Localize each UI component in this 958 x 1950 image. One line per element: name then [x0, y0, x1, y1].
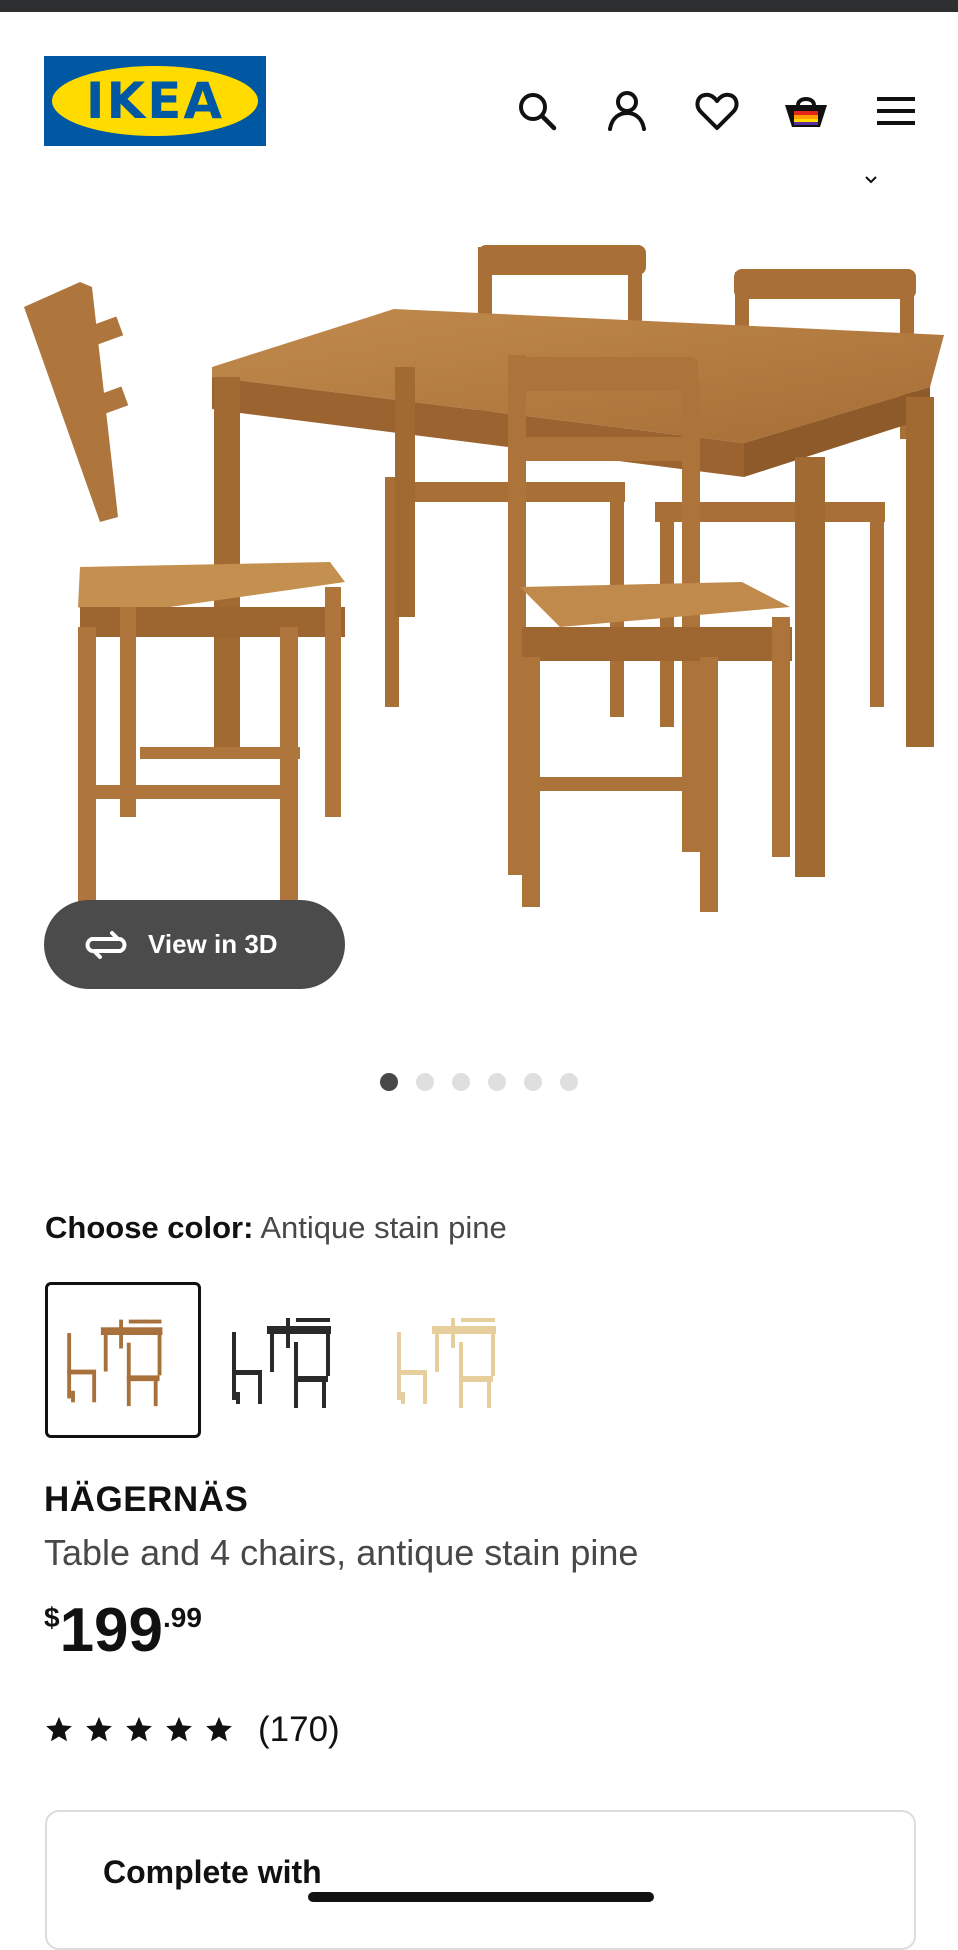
site-header: IKEA	[0, 12, 958, 187]
product-price: $199.99	[44, 1596, 202, 1666]
view-in-3d-button[interactable]: View in 3D	[44, 900, 345, 989]
chevron-down-icon	[865, 176, 877, 184]
color-swatch-antique-stain[interactable]	[45, 1282, 201, 1438]
complete-with-title: Complete with	[103, 1854, 322, 1890]
home-indicator	[308, 1892, 654, 1902]
star-icon	[46, 1716, 72, 1742]
status-bar	[0, 0, 958, 12]
choose-color-heading: Choose color:	[45, 1210, 254, 1245]
complete-with-card[interactable]: Complete with	[45, 1810, 916, 1950]
menu-icon[interactable]	[872, 87, 920, 135]
rotate-3d-icon	[85, 930, 127, 959]
ikea-logo[interactable]: IKEA	[44, 56, 266, 146]
search-icon[interactable]	[513, 87, 561, 135]
pagination-dot[interactable]	[560, 1073, 578, 1091]
account-icon[interactable]	[603, 87, 651, 135]
pagination-dot[interactable]	[488, 1073, 506, 1091]
product-name: HÄGERNÄS	[44, 1480, 249, 1519]
pagination-dot[interactable]	[380, 1073, 398, 1091]
price-integer: 199	[59, 1596, 164, 1665]
product-rating[interactable]: (170)	[44, 1710, 340, 1750]
color-swatch-black-brown[interactable]	[212, 1282, 368, 1438]
star-icon	[206, 1716, 232, 1742]
product-description: Table and 4 chairs, antique stain pine	[44, 1532, 639, 1573]
product-image[interactable]	[0, 187, 958, 917]
view-in-3d-label: View in 3D	[148, 929, 278, 959]
heart-icon[interactable]	[693, 87, 741, 135]
pagination-dot[interactable]	[452, 1073, 470, 1091]
review-count: (170)	[258, 1710, 340, 1749]
star-icon	[166, 1716, 192, 1742]
star-icon	[86, 1716, 112, 1742]
price-decimal: .99	[163, 1602, 202, 1633]
cart-icon[interactable]	[782, 87, 830, 135]
selected-color-value: Antique stain pine	[260, 1210, 507, 1245]
choose-color-label: Choose color: Antique stain pine	[45, 1210, 507, 1246]
logo-text: IKEA	[85, 72, 225, 130]
pagination-dot[interactable]	[524, 1073, 542, 1091]
color-swatch-pine[interactable]	[377, 1282, 533, 1438]
star-icon	[126, 1716, 152, 1742]
price-currency: $	[44, 1602, 60, 1633]
gallery-pagination	[380, 1073, 578, 1091]
pagination-dot[interactable]	[416, 1073, 434, 1091]
